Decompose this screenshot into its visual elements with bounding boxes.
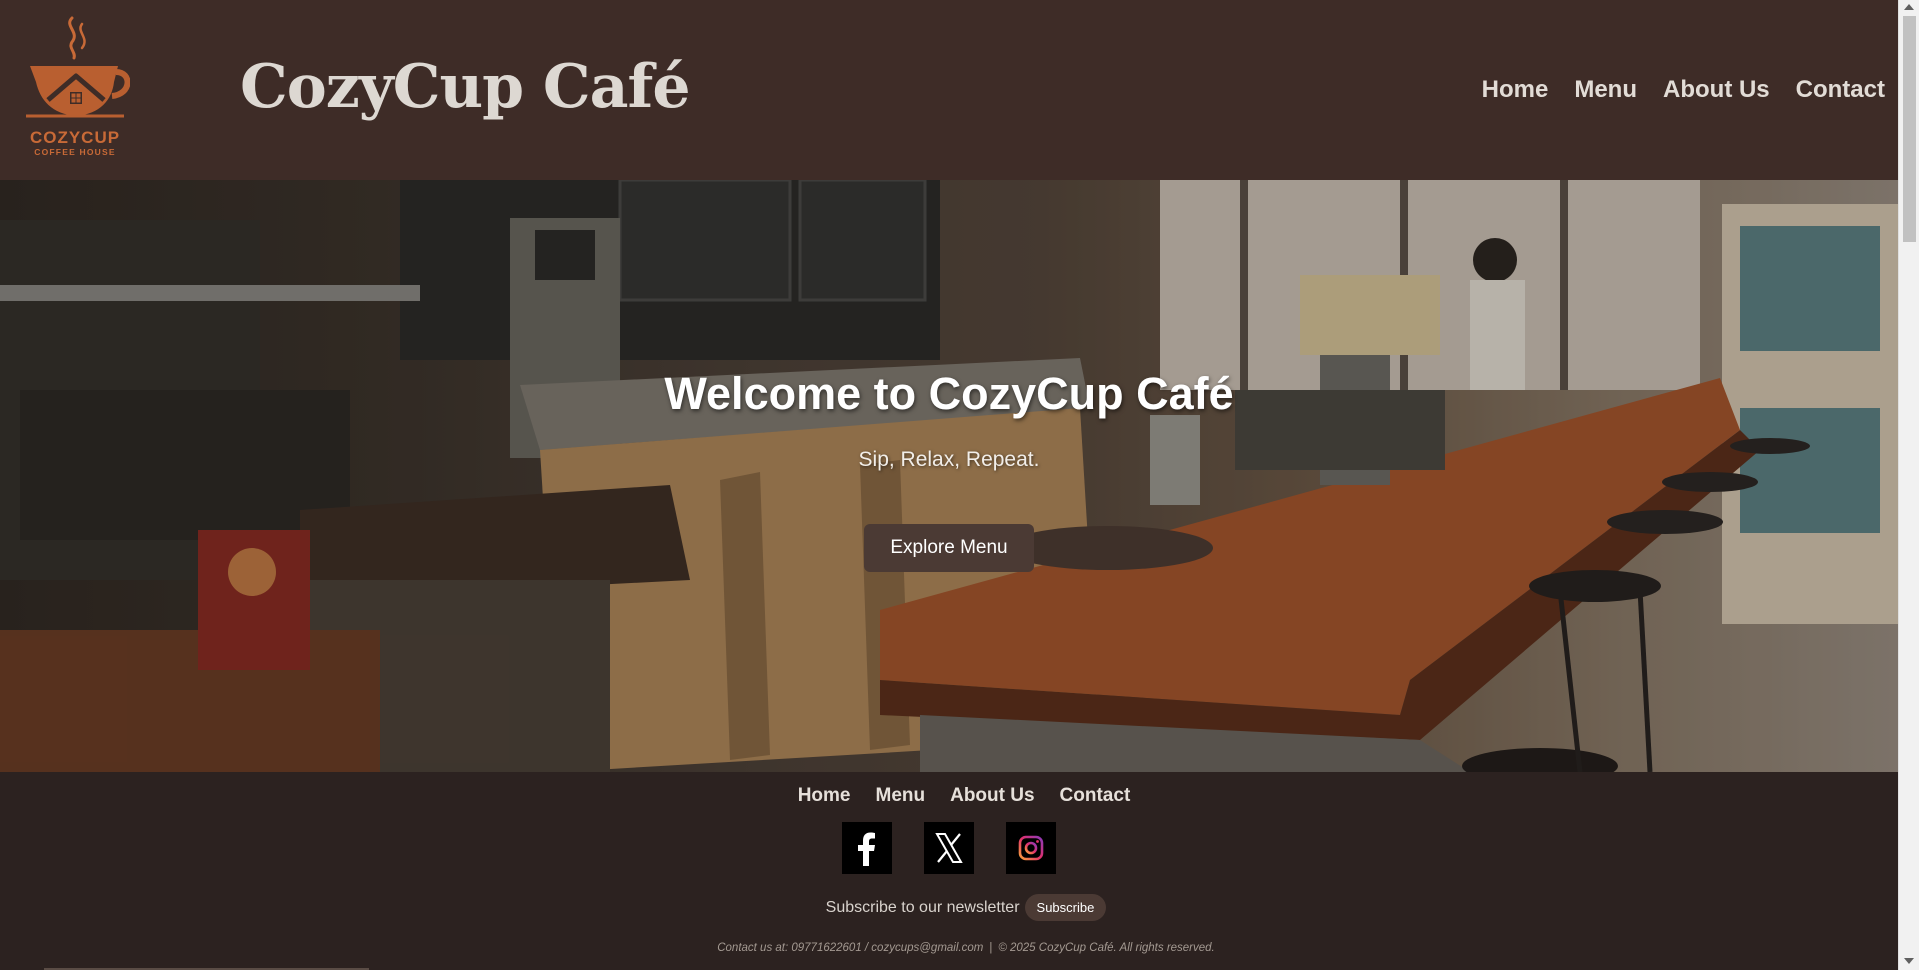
hero-subtitle: Sip, Relax, Repeat. (858, 448, 1040, 471)
footer-separator: | (989, 942, 993, 954)
page: COZYCUP COFFEE HOUSE CozyCup Café Home M… (0, 0, 1898, 970)
nav-contact-link[interactable]: Contact (1796, 76, 1885, 104)
x-icon (935, 833, 963, 863)
main-nav: Home Menu About Us Contact (1482, 76, 1885, 104)
site-header: COZYCUP COFFEE HOUSE CozyCup Café Home M… (0, 0, 1898, 180)
footer-nav-contact-link[interactable]: Contact (1060, 785, 1131, 807)
instagram-icon (1018, 835, 1044, 861)
vertical-scrollbar[interactable] (1898, 0, 1919, 970)
copyright-text: © 2025 CozyCup Café. All rights reserved… (998, 942, 1215, 954)
site-footer: Home Menu About Us Contact Subscribe to … (0, 772, 1898, 970)
hero-dark-overlay (0, 180, 1898, 772)
footer-nav-home-link[interactable]: Home (798, 785, 851, 807)
hero-title: Welcome to CozyCup Café (664, 368, 1234, 419)
scrollbar-thumb[interactable] (1903, 16, 1916, 242)
logo-brand-name: COZYCUP (29, 128, 121, 147)
scroll-down-arrow-icon[interactable] (1904, 958, 1914, 964)
hero-section: Welcome to CozyCup Café Sip, Relax, Repe… (0, 180, 1898, 772)
logo[interactable]: COZYCUP COFFEE HOUSE (20, 16, 131, 161)
instagram-link[interactable] (1006, 822, 1056, 874)
footer-nav-about-link[interactable]: About Us (950, 785, 1034, 807)
x-link[interactable] (924, 822, 974, 874)
facebook-icon (858, 832, 875, 866)
contact-info: Contact us at: 09771622601 / cozycups@gm… (717, 942, 984, 954)
logo-brand-subtitle: COFFEE HOUSE (34, 147, 116, 157)
social-links (842, 822, 1062, 874)
scroll-up-arrow-icon[interactable] (1904, 4, 1914, 10)
footer-nav-menu-link[interactable]: Menu (876, 785, 926, 807)
nav-home-link[interactable]: Home (1482, 76, 1549, 104)
explore-menu-button[interactable]: Explore Menu (864, 524, 1034, 572)
nav-menu-link[interactable]: Menu (1574, 76, 1637, 104)
coffee-cup-logo-icon (26, 16, 131, 118)
site-title: CozyCup Café (240, 52, 691, 122)
footer-contact-line: Contact us at: 09771622601 / cozycups@gm… (0, 942, 1898, 954)
newsletter: Subscribe to our newsletter Subscribe (0, 894, 1898, 921)
facebook-link[interactable] (842, 822, 892, 874)
subscribe-button[interactable]: Subscribe (1024, 894, 1107, 921)
footer-nav: Home Menu About Us Contact (0, 785, 1898, 807)
nav-about-link[interactable]: About Us (1663, 76, 1770, 104)
newsletter-text: Subscribe to our newsletter (825, 898, 1020, 916)
